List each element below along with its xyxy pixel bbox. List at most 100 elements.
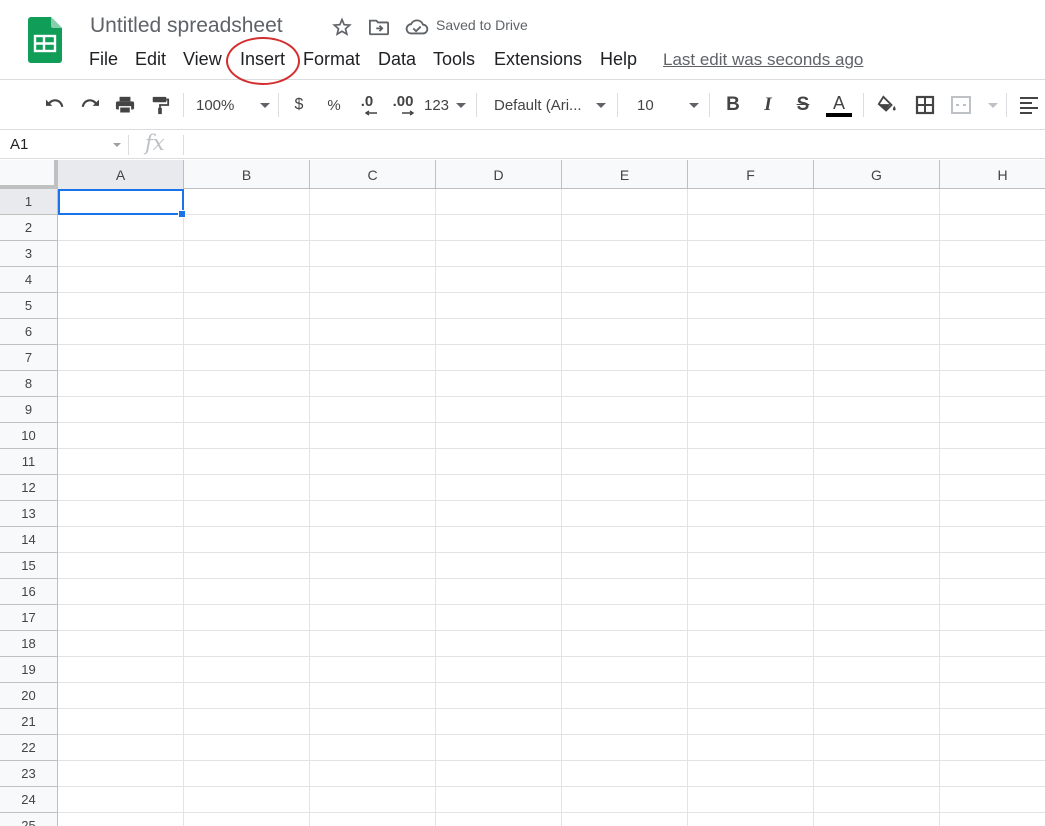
row-header[interactable]: 24: [0, 787, 57, 813]
toolbar-divider: [1006, 93, 1007, 117]
chevron-down-icon[interactable]: [113, 143, 121, 147]
gridline: [183, 189, 184, 826]
gridline: [58, 760, 1045, 761]
zoom-select[interactable]: 100%: [196, 93, 270, 117]
more-formats-select[interactable]: 123: [424, 93, 466, 117]
cells-area[interactable]: [58, 189, 1045, 826]
save-status: Saved to Drive: [436, 17, 528, 33]
row-header[interactable]: 13: [0, 501, 57, 527]
column-header[interactable]: D: [436, 160, 562, 189]
print-icon[interactable]: [112, 93, 138, 117]
row-header[interactable]: 9: [0, 397, 57, 423]
bold-button[interactable]: B: [721, 93, 745, 117]
menu-data[interactable]: Data: [378, 49, 416, 70]
column-header[interactable]: B: [184, 160, 310, 189]
font-family-select[interactable]: Default (Ari...: [494, 93, 606, 117]
gridline: [58, 656, 1045, 657]
formula-input[interactable]: [190, 133, 1030, 157]
decrease-decimal-button[interactable]: .0: [354, 93, 380, 117]
menu-view[interactable]: View: [183, 49, 222, 70]
fill-handle[interactable]: [178, 210, 186, 218]
merge-cells-icon[interactable]: [950, 93, 998, 117]
gridline: [58, 526, 1045, 527]
gridline: [58, 786, 1045, 787]
move-folder-icon[interactable]: [367, 15, 391, 39]
row-header[interactable]: 25: [0, 813, 57, 826]
column-header[interactable]: G: [814, 160, 940, 189]
column-header[interactable]: A: [58, 160, 184, 189]
toolbar-divider: [863, 93, 864, 117]
row-header[interactable]: 15: [0, 553, 57, 579]
percent-format-button[interactable]: %: [322, 93, 346, 117]
row-header[interactable]: 21: [0, 709, 57, 735]
undo-icon[interactable]: [42, 93, 68, 117]
menu-file[interactable]: File: [89, 49, 118, 70]
column-header[interactable]: F: [688, 160, 814, 189]
fill-color-icon[interactable]: [874, 93, 900, 117]
row-header[interactable]: 12: [0, 475, 57, 501]
gridline: [939, 189, 940, 826]
row-header[interactable]: 2: [0, 215, 57, 241]
row-header[interactable]: 18: [0, 631, 57, 657]
row-header[interactable]: 17: [0, 605, 57, 631]
italic-button[interactable]: I: [756, 93, 780, 117]
strikethrough-button[interactable]: S: [791, 93, 815, 117]
chevron-down-icon: [596, 102, 606, 108]
column-header[interactable]: H: [940, 160, 1045, 189]
row-header[interactable]: 10: [0, 423, 57, 449]
menu-help[interactable]: Help: [600, 49, 637, 70]
gridline: [58, 500, 1045, 501]
row-header[interactable]: 16: [0, 579, 57, 605]
increase-decimal-button[interactable]: .00: [388, 93, 418, 117]
borders-icon[interactable]: [912, 93, 938, 117]
row-header[interactable]: 22: [0, 735, 57, 761]
gridline: [58, 448, 1045, 449]
gridline: [561, 189, 562, 826]
row-header[interactable]: 5: [0, 293, 57, 319]
row-header[interactable]: 4: [0, 267, 57, 293]
select-all-corner[interactable]: [0, 160, 58, 189]
row-header[interactable]: 14: [0, 527, 57, 553]
column-header[interactable]: E: [562, 160, 688, 189]
row-header[interactable]: 3: [0, 241, 57, 267]
app-header: Untitled spreadsheet Saved to Drive File…: [0, 0, 1045, 85]
row-header[interactable]: 20: [0, 683, 57, 709]
row-header[interactable]: 8: [0, 371, 57, 397]
menu-tools[interactable]: Tools: [433, 49, 475, 70]
last-edit-link[interactable]: Last edit was seconds ago: [663, 50, 863, 70]
row-header[interactable]: 6: [0, 319, 57, 345]
menu-extensions[interactable]: Extensions: [494, 49, 582, 70]
paint-format-icon[interactable]: [147, 93, 173, 117]
active-cell[interactable]: [58, 189, 184, 215]
toolbar-divider: [617, 93, 618, 117]
document-title[interactable]: Untitled spreadsheet: [90, 14, 283, 38]
chevron-down-icon: [988, 102, 998, 108]
currency-format-button[interactable]: $: [288, 93, 310, 117]
gridline: [58, 552, 1045, 553]
row-header[interactable]: 19: [0, 657, 57, 683]
star-icon[interactable]: [330, 15, 354, 39]
gridline: [435, 189, 436, 826]
redo-icon[interactable]: [77, 93, 103, 117]
menu-format[interactable]: Format: [303, 49, 360, 70]
row-header[interactable]: 7: [0, 345, 57, 371]
chevron-down-icon: [456, 102, 466, 108]
formula-divider: [183, 135, 184, 155]
menu-insert[interactable]: Insert: [240, 49, 285, 70]
name-box[interactable]: A1: [10, 136, 28, 153]
column-header[interactable]: C: [310, 160, 436, 189]
text-color-button[interactable]: A: [824, 93, 854, 117]
row-header[interactable]: 1: [0, 189, 57, 215]
row-header[interactable]: 11: [0, 449, 57, 475]
row-headers: 1 2 3 4 5 6 7 8 9 10 11 12 13 14 15 16 17 18 19 20 21 22 23 24 2…: [0, 189, 58, 826]
column-headers: ABCDEFGH: [58, 160, 1045, 189]
sheets-logo-icon[interactable]: [28, 17, 62, 63]
font-size-select[interactable]: 10: [637, 93, 699, 117]
cloud-done-icon[interactable]: [405, 15, 429, 39]
align-icon[interactable]: [1016, 93, 1042, 117]
gridline: [58, 214, 1045, 215]
menu-edit[interactable]: Edit: [135, 49, 166, 70]
chevron-down-icon: [260, 102, 270, 108]
zoom-value: 100%: [196, 96, 235, 114]
row-header[interactable]: 23: [0, 761, 57, 787]
